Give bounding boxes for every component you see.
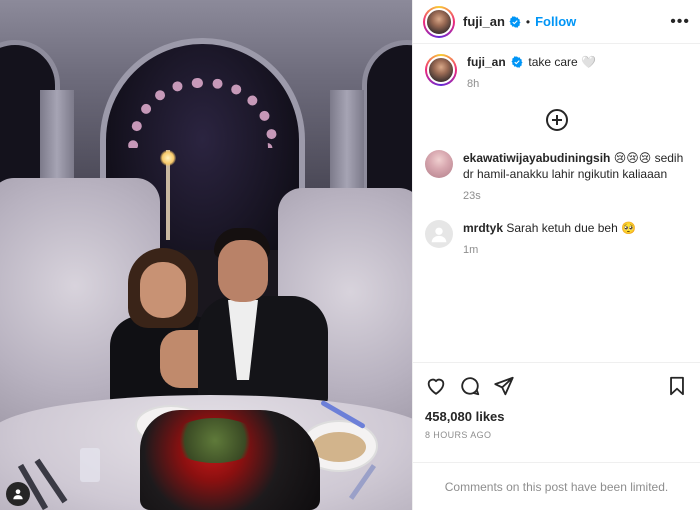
like-button[interactable]	[425, 375, 447, 397]
caption-username[interactable]: fuji_an	[467, 55, 506, 69]
caption-text: take care 🤍	[528, 55, 596, 69]
instagram-post: fuji_an • Follow ••• fuji_an take care 🤍…	[0, 0, 700, 510]
user-tag-icon[interactable]	[6, 482, 30, 506]
post-actions: 458,080 likes 8 HOURS AGO	[413, 362, 700, 462]
comment-item: mrdtyk Sarah ketuh due beh 🥺 1m	[425, 220, 688, 258]
caption-timestamp[interactable]: 8h	[467, 76, 596, 92]
more-options-icon[interactable]: •••	[670, 13, 690, 30]
save-button[interactable]	[666, 375, 688, 397]
commenter-avatar[interactable]	[425, 220, 453, 248]
post-caption: fuji_an take care 🤍 8h	[425, 54, 688, 92]
photo-candle-flame	[160, 150, 176, 166]
photo-person-man	[198, 296, 328, 406]
add-circle-icon	[545, 109, 568, 131]
photo-soup	[312, 432, 366, 462]
post-timestamp[interactable]: 8 HOURS AGO	[425, 430, 688, 440]
paper-plane-icon	[494, 376, 514, 396]
verified-badge-icon	[509, 15, 521, 28]
caption-body: fuji_an take care 🤍 8h	[467, 54, 596, 92]
avatar-image	[425, 7, 453, 36]
header-separator: •	[525, 14, 531, 29]
likes-count[interactable]: 458,080 likes	[425, 409, 688, 424]
comment-line: ekawatiwijayabudiningsih 😢😢😢 sedih dr ha…	[463, 150, 688, 182]
comment-item: ekawatiwijayabudiningsih 😢😢😢 sedih dr ha…	[425, 150, 688, 204]
caption-avatar[interactable]	[425, 54, 457, 86]
follow-button[interactable]: Follow	[535, 14, 576, 29]
verified-badge-icon	[511, 56, 523, 68]
post-sidebar: fuji_an • Follow ••• fuji_an take care 🤍…	[412, 0, 700, 510]
photo-person-woman-face	[140, 262, 186, 318]
comment-username[interactable]: mrdtyk	[463, 221, 503, 235]
author-avatar[interactable]	[423, 5, 455, 38]
heart-icon	[427, 378, 445, 395]
post-photo[interactable]	[0, 0, 412, 510]
default-user-icon	[431, 227, 447, 243]
avatar-image	[427, 56, 455, 84]
comment-body: ekawatiwijayabudiningsih 😢😢😢 sedih dr ha…	[463, 150, 688, 204]
comment-username[interactable]: ekawatiwijayabudiningsih	[463, 151, 610, 165]
comment-text: Sarah ketuh due beh 🥺	[506, 221, 637, 235]
author-username[interactable]: fuji_an	[463, 14, 505, 29]
action-icons	[425, 373, 688, 399]
post-header: fuji_an • Follow •••	[413, 0, 700, 44]
comment-bubble-icon	[461, 377, 480, 396]
comment-timestamp: 1m	[463, 244, 479, 256]
caption-line: fuji_an take care 🤍	[467, 54, 596, 70]
load-more-comments-button[interactable]	[425, 108, 688, 132]
photo-person-man-face	[218, 240, 268, 302]
comment-body: mrdtyk Sarah ketuh due beh 🥺 1m	[463, 220, 636, 258]
photo-glass	[80, 448, 100, 482]
bookmark-icon	[670, 376, 684, 396]
photo-bouquet-greens	[170, 418, 260, 463]
comments-section: fuji_an take care 🤍 8h ekawatiwijayabudi…	[413, 44, 700, 362]
share-button[interactable]	[493, 375, 515, 397]
comment-button[interactable]	[459, 375, 481, 397]
comment-timestamp: 23s	[463, 190, 481, 202]
comments-limited-notice: Comments on this post have been limited.	[413, 462, 700, 510]
comment-line: mrdtyk Sarah ketuh due beh 🥺	[463, 220, 636, 236]
commenter-avatar[interactable]	[425, 150, 453, 178]
